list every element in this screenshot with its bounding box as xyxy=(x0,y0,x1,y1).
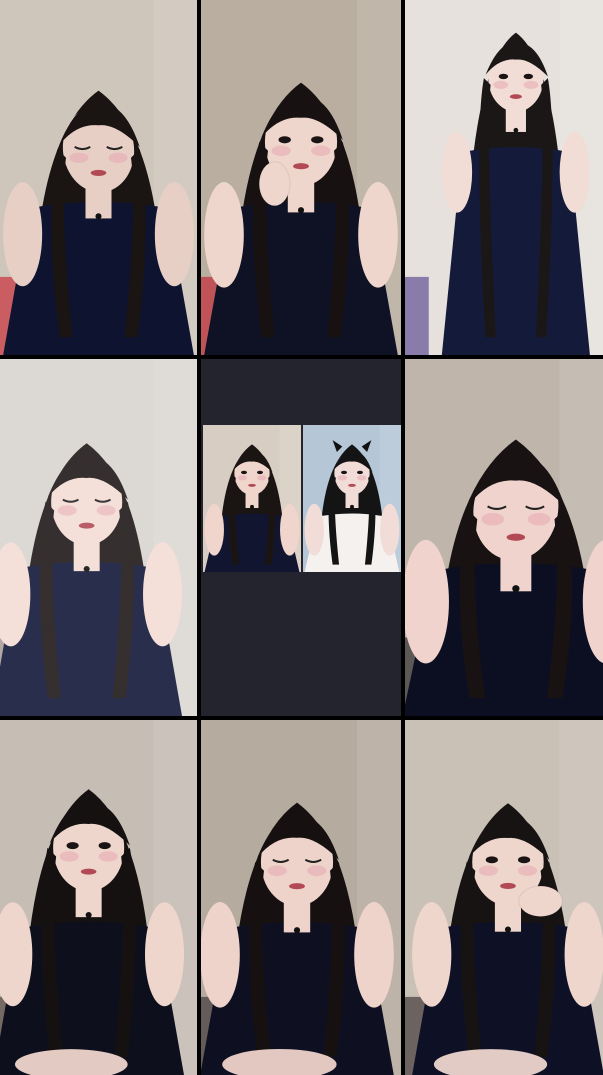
blush-right xyxy=(307,865,327,877)
shoulder-left xyxy=(441,131,473,213)
lips xyxy=(289,883,305,890)
video-tile-8[interactable] xyxy=(201,720,401,1075)
shoulder-left xyxy=(204,182,244,288)
video-tile-3[interactable] xyxy=(405,0,603,355)
blush-right xyxy=(98,851,118,862)
eye-left xyxy=(498,73,509,80)
eye-left xyxy=(485,856,498,864)
lips xyxy=(248,483,256,487)
blush-left xyxy=(478,865,498,876)
eye-left xyxy=(278,136,291,144)
eye-right xyxy=(523,73,534,80)
shoulder-left xyxy=(204,503,224,556)
blush-left xyxy=(267,865,287,877)
lips xyxy=(293,163,309,170)
eye-right xyxy=(311,136,324,144)
lips xyxy=(348,483,356,487)
video-frame xyxy=(303,425,401,572)
eye-right xyxy=(256,470,263,475)
eye-left xyxy=(241,470,248,475)
eye-left xyxy=(66,842,79,850)
lips xyxy=(500,882,516,890)
video-tile-2[interactable] xyxy=(201,0,401,355)
blush-right xyxy=(527,513,551,526)
necklace-pendant xyxy=(512,585,520,593)
shoulder-right xyxy=(564,902,603,1007)
lips xyxy=(509,94,522,99)
blush-right xyxy=(311,145,331,157)
pip-tile[interactable] xyxy=(201,359,401,716)
blush-right xyxy=(256,475,267,481)
blush-right xyxy=(523,80,539,89)
pip-video-left[interactable] xyxy=(203,425,301,572)
shoulder-left xyxy=(3,182,43,287)
shoulder-right xyxy=(280,503,300,556)
blush-left xyxy=(59,851,79,862)
blush-left xyxy=(481,513,505,526)
shoulder-left xyxy=(201,902,240,1008)
lips xyxy=(80,868,97,875)
video-frame xyxy=(0,359,197,716)
blush-right xyxy=(108,152,128,163)
video-frame xyxy=(203,425,301,572)
video-frame xyxy=(0,0,197,355)
blush-left xyxy=(69,152,89,163)
video-tile-4[interactable] xyxy=(0,359,197,716)
necklace-pendant xyxy=(513,127,519,133)
video-grid xyxy=(0,0,603,1075)
blush-right xyxy=(517,865,538,876)
shoulder-right xyxy=(144,902,184,1007)
blush-left xyxy=(337,475,348,481)
eye-left xyxy=(341,470,348,475)
eye-right xyxy=(98,842,111,850)
necklace-pendant xyxy=(250,504,254,509)
motion-blur-overlay xyxy=(0,359,197,716)
necklace-pendant xyxy=(504,926,512,933)
video-frame xyxy=(201,720,401,1075)
lips xyxy=(506,533,526,541)
lips xyxy=(90,169,107,176)
eye-right xyxy=(517,856,531,864)
hand xyxy=(258,161,291,207)
shoulder-left xyxy=(304,503,324,556)
video-frame xyxy=(405,359,603,716)
shoulder-right xyxy=(154,182,194,287)
necklace-pendant xyxy=(297,207,305,214)
necklace-pendant xyxy=(350,504,354,509)
video-frame xyxy=(201,0,401,355)
video-tile-9[interactable] xyxy=(405,720,603,1075)
video-frame xyxy=(405,720,603,1075)
shoulder-right xyxy=(354,902,394,1008)
pip-video-right[interactable] xyxy=(303,425,401,572)
shoulder-right xyxy=(380,503,400,556)
video-tile-6[interactable] xyxy=(405,359,603,716)
video-frame xyxy=(0,720,197,1075)
video-tile-1[interactable] xyxy=(0,0,197,355)
blush-left xyxy=(237,475,248,481)
hand xyxy=(518,885,563,917)
pip-container xyxy=(203,425,401,572)
blush-right xyxy=(356,475,367,481)
blush-left xyxy=(493,80,509,89)
necklace-pendant xyxy=(85,911,92,919)
shoulder-right xyxy=(559,131,590,213)
video-tile-7[interactable] xyxy=(0,720,197,1075)
shoulder-left xyxy=(412,902,452,1007)
background-object xyxy=(405,276,429,355)
video-frame xyxy=(405,0,603,355)
blush-left xyxy=(271,145,291,157)
shoulder-right xyxy=(358,182,398,288)
necklace-pendant xyxy=(293,927,301,934)
necklace-pendant xyxy=(95,213,102,220)
eye-right xyxy=(356,470,363,475)
